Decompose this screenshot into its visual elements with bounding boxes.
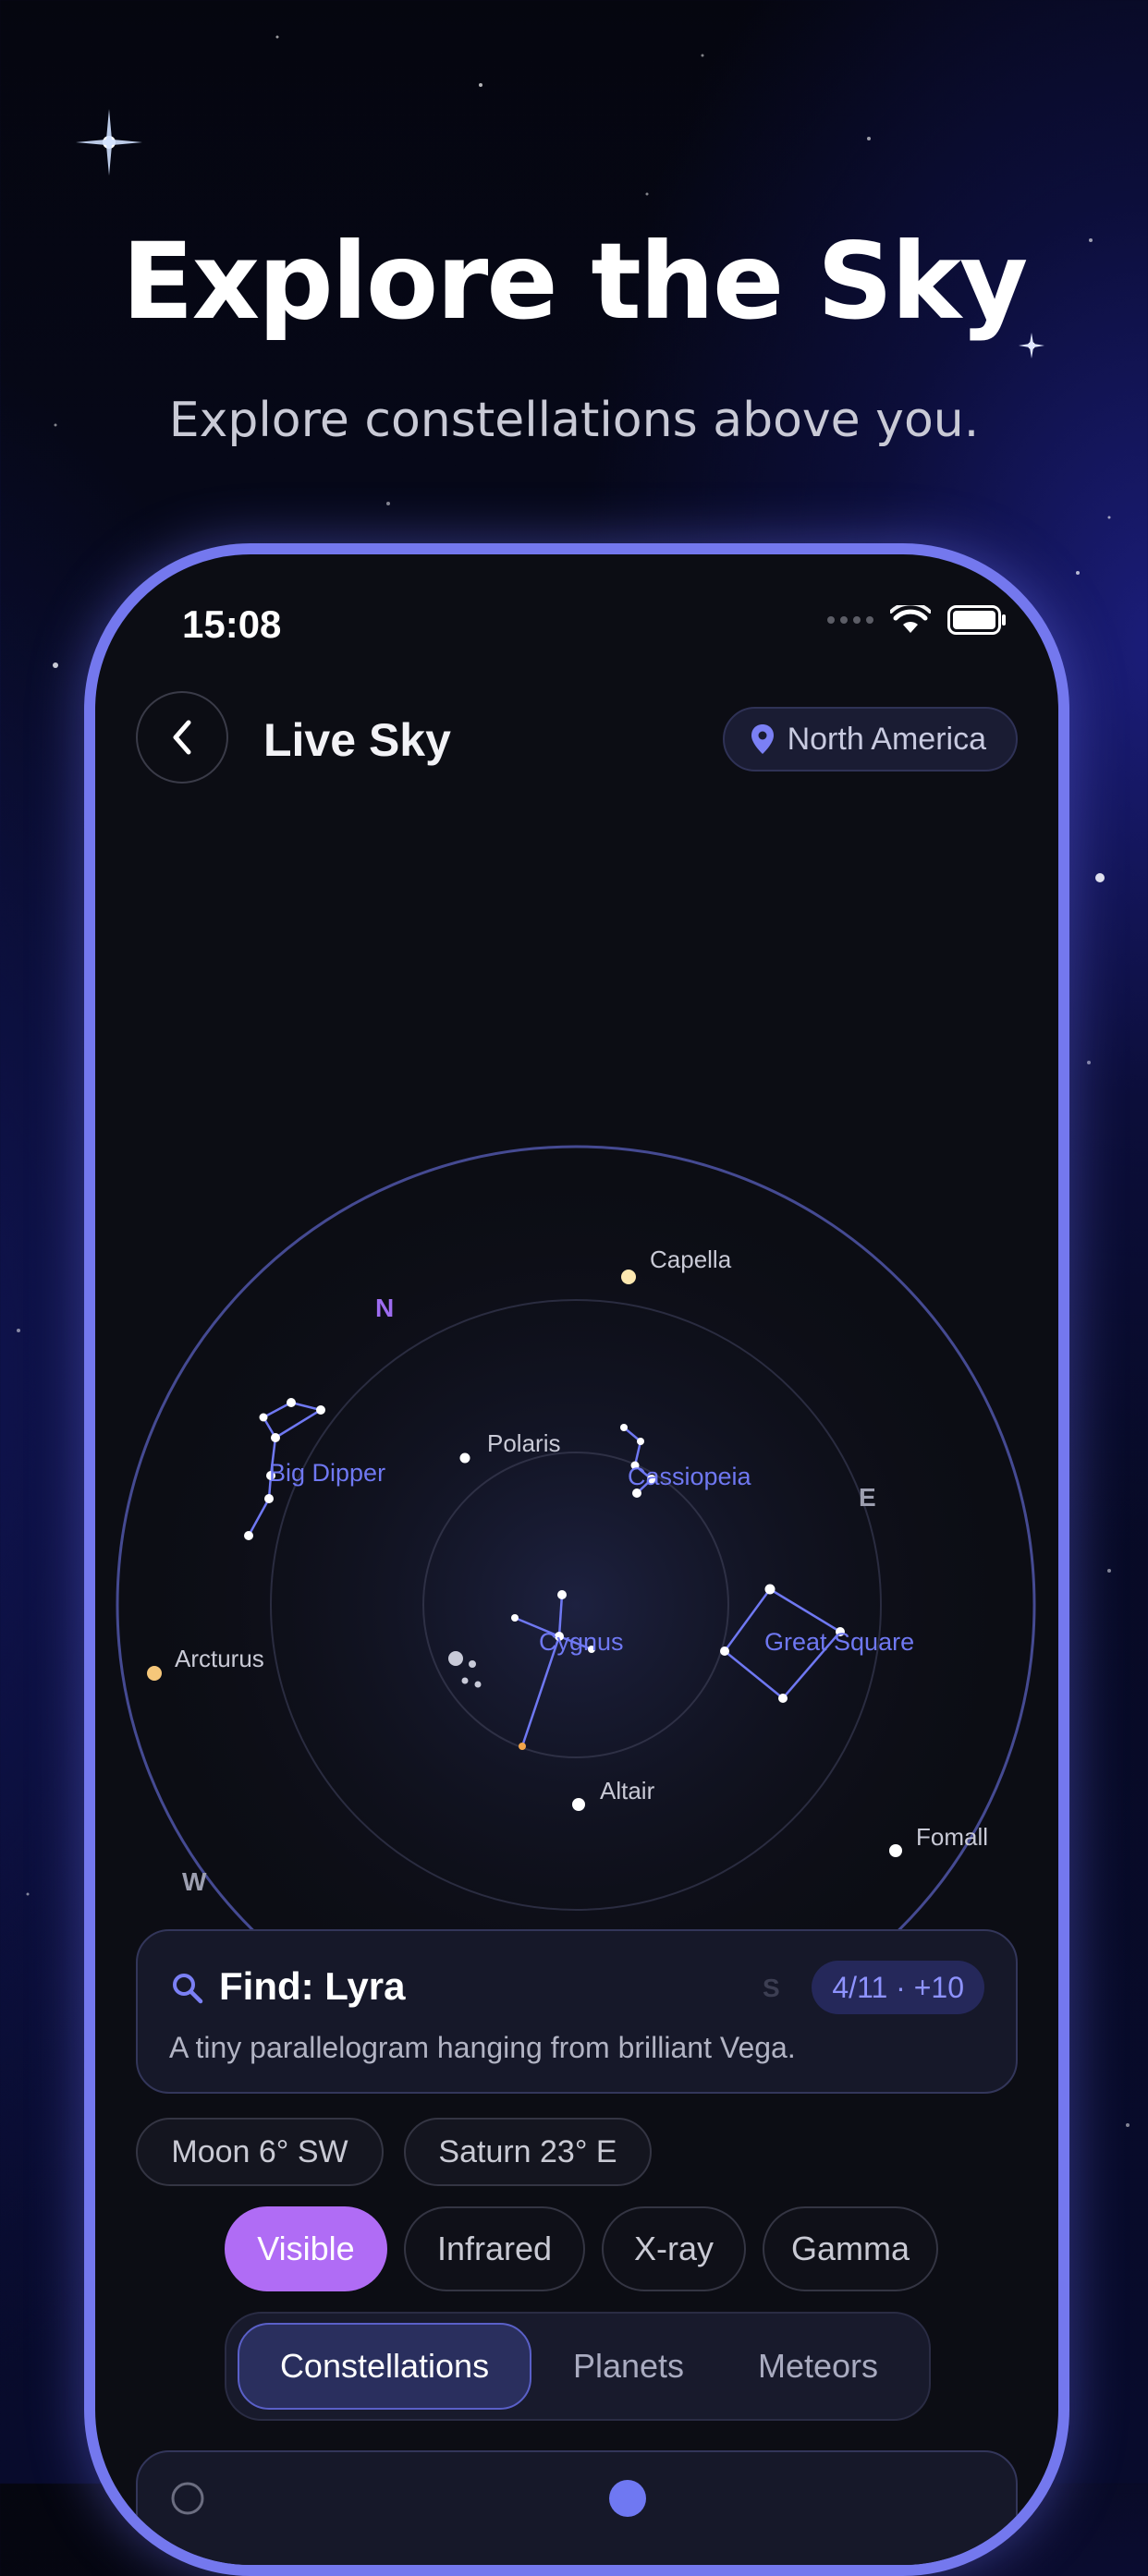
star-label-arcturus: Arcturus xyxy=(175,1645,264,1672)
star-label-altair: Altair xyxy=(600,1777,655,1804)
tab-planets[interactable]: Planets xyxy=(541,2323,716,2410)
time-slider-knob[interactable] xyxy=(609,2480,646,2517)
find-card[interactable]: Find: Lyra S 4/11 · +10 A tiny parallelo… xyxy=(136,1929,1018,2094)
star-fomalhaut[interactable] xyxy=(889,1844,902,1857)
direction-west: W xyxy=(182,1867,207,1896)
constellation-label-cygnus: Cygnus xyxy=(539,1628,624,1656)
find-description: A tiny parallelogram hanging from brilli… xyxy=(169,2031,796,2064)
star-altair[interactable] xyxy=(572,1798,585,1811)
chip-moon[interactable]: Moon 6° SW xyxy=(136,2118,384,2186)
tab-constellations[interactable]: Constellations xyxy=(238,2323,531,2410)
chevron-left-icon xyxy=(173,720,191,755)
band-infrared[interactable]: Infrared xyxy=(404,2206,585,2291)
constellation-label-cassiopeia: Cassiopeia xyxy=(628,1463,752,1490)
band-xray[interactable]: X-ray xyxy=(602,2206,746,2291)
search-icon xyxy=(173,1974,203,2004)
status-time: 15:08 xyxy=(182,602,282,646)
star-capella[interactable] xyxy=(621,1270,636,1284)
time-slider-card[interactable] xyxy=(136,2450,1018,2565)
star-label-polaris: Polaris xyxy=(487,1429,560,1457)
hero-subtitle: Explore constellations above you. xyxy=(168,393,980,448)
tab-meteors[interactable]: Meteors xyxy=(726,2323,910,2410)
phone-frame: 15:08 Live Sky North America Capella Pol… xyxy=(84,543,1069,2576)
signal-dots-icon xyxy=(827,616,873,624)
star-arcturus[interactable] xyxy=(147,1666,162,1681)
location-selector[interactable]: North America xyxy=(722,707,1018,772)
star-polaris[interactable] xyxy=(459,1452,470,1464)
constellation-label-big-dipper: Big Dipper xyxy=(269,1459,385,1487)
category-tabs: Constellations Planets Meteors xyxy=(225,2312,931,2421)
sparkle-star-icon xyxy=(76,109,142,176)
sky-map[interactable]: Capella Polaris Arcturus Altair Fomall B… xyxy=(95,1127,1058,1959)
constellation-label-great-square: Great Square xyxy=(764,1628,914,1656)
status-icons xyxy=(827,605,1007,635)
find-progress-badge: 4/11 · +10 xyxy=(812,1961,984,2014)
star-label-fomalhaut: Fomall xyxy=(916,1823,988,1851)
wifi-icon xyxy=(890,605,931,633)
band-visible[interactable]: Visible xyxy=(225,2206,387,2291)
find-title: Find: Lyra xyxy=(219,1964,406,2008)
clock-icon xyxy=(171,2482,204,2515)
location-label: North America xyxy=(787,721,986,757)
map-pin-icon xyxy=(751,724,774,754)
star-label-capella: Capella xyxy=(650,1245,732,1273)
battery-icon xyxy=(947,605,1006,635)
back-button[interactable] xyxy=(136,691,228,784)
page-title: Live Sky xyxy=(263,714,451,766)
chip-saturn[interactable]: Saturn 23° E xyxy=(404,2118,652,2186)
direction-south: S xyxy=(763,1974,780,2002)
band-gamma[interactable]: Gamma xyxy=(763,2206,938,2291)
direction-east: E xyxy=(859,1483,876,1512)
direction-north: N xyxy=(375,1294,394,1322)
hero-title: Explore the Sky xyxy=(121,220,1029,343)
